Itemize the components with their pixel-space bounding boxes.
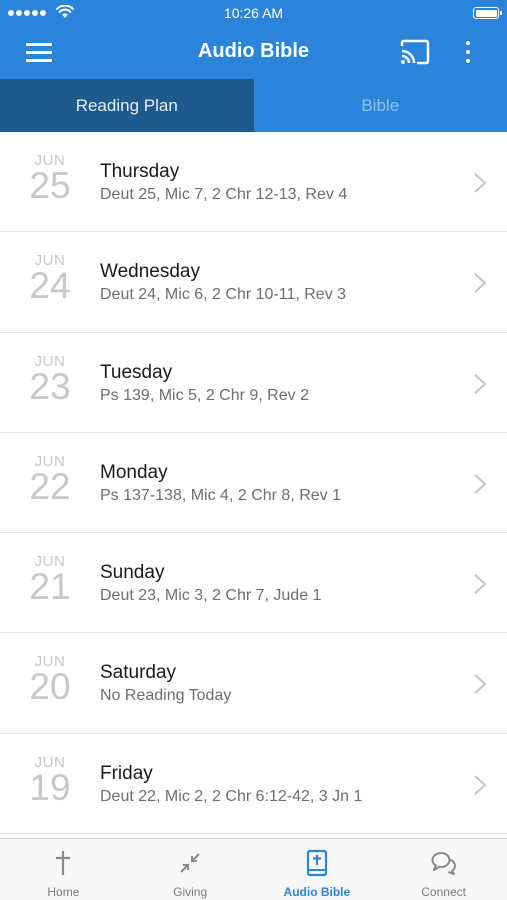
bible-book-icon	[306, 849, 327, 877]
compress-arrows-icon	[180, 853, 200, 873]
chevron-right-icon	[474, 474, 487, 494]
nav-label: Audio Bible	[283, 885, 351, 899]
date-day: 23	[29, 365, 71, 407]
list-item[interactable]: JUN 24 Wednesday Deut 24, Mic 6, 2 Chr 1…	[0, 232, 507, 333]
date-day: 25	[29, 165, 71, 206]
weekday-label: Monday	[100, 461, 168, 483]
passages-label: Ps 139, Mic 5, 2 Chr 9, Rev 2	[100, 386, 309, 404]
nav-label: Connect	[421, 885, 466, 899]
tab-reading-plan[interactable]: Reading Plan	[0, 79, 254, 132]
more-vertical-icon	[466, 41, 470, 45]
weekday-label: Thursday	[100, 161, 180, 182]
chat-bubbles-icon	[431, 852, 456, 875]
status-bar: 10:26 AM	[0, 0, 507, 26]
nav-audio-bible[interactable]: Audio Bible	[254, 839, 381, 900]
app-bar: Audio Bible	[0, 26, 507, 79]
date-badge: JUN 21	[22, 553, 78, 605]
date-badge: JUN 23	[22, 353, 78, 405]
date-badge: JUN 25	[22, 152, 78, 204]
chevron-right-icon	[474, 574, 487, 594]
passages-label: Deut 25, Mic 7, 2 Chr 12-13, Rev 4	[100, 186, 348, 203]
nav-label: Giving	[173, 885, 208, 899]
cast-icon	[400, 39, 430, 65]
passages-label: Ps 137-138, Mic 4, 2 Chr 8, Rev 1	[100, 486, 341, 504]
date-day: 19	[29, 766, 71, 808]
list-item[interactable]: JUN 23 Tuesday Ps 139, Mic 5, 2 Chr 9, R…	[0, 333, 507, 433]
date-day: 21	[29, 566, 71, 608]
chevron-right-icon	[474, 173, 487, 193]
list-item[interactable]: JUN 21 Sunday Deut 23, Mic 3, 2 Chr 7, J…	[0, 533, 507, 634]
status-time: 10:26 AM	[223, 5, 284, 21]
cross-icon	[56, 851, 71, 875]
date-badge: JUN 19	[22, 754, 78, 806]
list-item[interactable]: JUN 25 Thursday Deut 25, Mic 7, 2 Chr 12…	[0, 132, 507, 233]
battery-icon	[473, 7, 502, 19]
passages-label: Deut 24, Mic 6, 2 Chr 10-11, Rev 3	[100, 286, 347, 304]
nav-connect[interactable]: Connect	[380, 839, 507, 900]
weekday-label: Saturday	[100, 662, 177, 684]
tab-bar: Reading Plan Bible	[0, 79, 507, 132]
chevron-right-icon	[474, 273, 487, 294]
more-options-button[interactable]	[458, 38, 478, 66]
weekday-label: Sunday	[100, 562, 165, 584]
nav-home[interactable]: Home	[0, 839, 127, 900]
date-badge: JUN 22	[22, 453, 78, 505]
weekday-label: Tuesday	[100, 361, 173, 383]
weekday-label: Friday	[100, 762, 153, 784]
list-item[interactable]: JUN 19 Friday Deut 22, Mic 2, 2 Chr 6:12…	[0, 734, 507, 835]
date-day: 24	[29, 265, 71, 307]
weekday-label: Wednesday	[100, 261, 200, 283]
chevron-right-icon	[474, 775, 487, 795]
date-day: 22	[29, 465, 71, 507]
passages-label: Deut 22, Mic 2, 2 Chr 6:12-42, 3 Jn 1	[100, 787, 363, 805]
date-day: 20	[29, 666, 71, 708]
passages-label: Deut 23, Mic 3, 2 Chr 7, Jude 1	[100, 587, 322, 605]
nav-giving[interactable]: Giving	[127, 839, 254, 900]
reading-list: JUN 25 Thursday Deut 25, Mic 7, 2 Chr 12…	[0, 132, 507, 838]
cast-button[interactable]	[398, 38, 432, 66]
date-badge: JUN 20	[22, 653, 78, 705]
chevron-right-icon	[474, 674, 487, 695]
bottom-nav: Home Giving Audio Bible Connect	[0, 838, 507, 900]
passages-label: No Reading Today	[100, 687, 232, 705]
date-badge: JUN 24	[22, 252, 78, 304]
list-item[interactable]: JUN 20 Saturday No Reading Today	[0, 633, 507, 734]
chevron-right-icon	[474, 373, 487, 394]
nav-label: Home	[47, 885, 80, 899]
tab-bible[interactable]: Bible	[253, 79, 507, 132]
list-item[interactable]: JUN 22 Monday Ps 137-138, Mic 4, 2 Chr 8…	[0, 433, 507, 534]
